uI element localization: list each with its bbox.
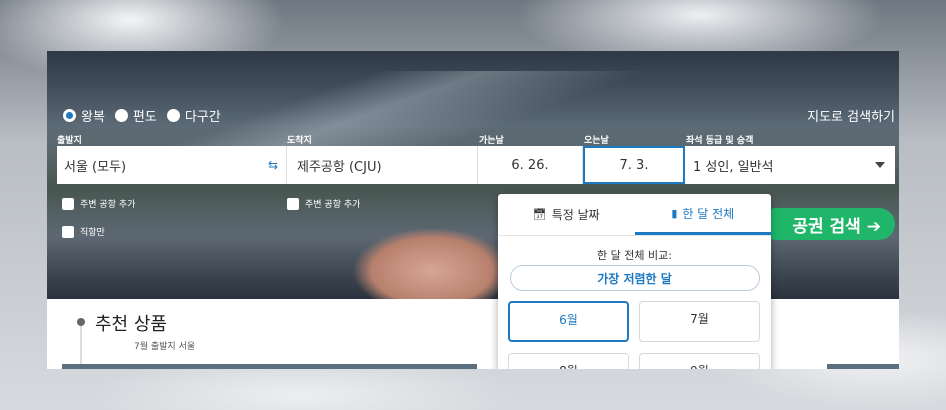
checkbox-icon [62, 225, 74, 238]
radio-empty-icon [114, 109, 128, 122]
month-june[interactable]: 6월 [508, 301, 629, 342]
month-july[interactable]: 7월 [639, 301, 760, 342]
cheapest-month-button[interactable]: 가장 저렴한 달 [509, 265, 760, 291]
bar-chart-icon: ▮ [671, 206, 678, 220]
trip-oneway-radio[interactable]: 편도 [114, 106, 157, 125]
checkbox-icon [287, 197, 299, 210]
hero-person-image [302, 201, 502, 299]
depart-value: 6. 26. [511, 157, 549, 173]
bullet-icon [77, 318, 85, 326]
radio-selected-icon [63, 109, 76, 122]
destination-value: 제주공항 (CJU) [297, 159, 382, 175]
tab-whole-month-label: 한 달 전체 [682, 206, 735, 221]
timeline-line [80, 326, 82, 369]
origin-nearby-checkbox[interactable]: 주변 공항 추가 [62, 197, 135, 210]
tab-whole-month[interactable]: ▮ 한 달 전체 [634, 194, 771, 235]
radio-empty-icon [166, 109, 180, 122]
recommend-card-image[interactable] [62, 364, 477, 369]
cabin-label: 좌석 등급 및 승객 [686, 136, 754, 146]
return-date-field[interactable]: 7. 3. [583, 146, 685, 184]
depart-label: 가는날 [479, 136, 504, 146]
destination-field[interactable]: 제주공항 (CJU) [287, 146, 478, 184]
depart-date-field[interactable]: 6. 26. [478, 146, 583, 184]
compare-label: 한 달 전체 비교: [597, 249, 672, 262]
dest-nearby-label: 주변 공항 추가 [305, 200, 361, 210]
trip-round-radio[interactable]: 왕복 [63, 106, 105, 125]
direct-only-checkbox[interactable]: 직항만 [62, 225, 105, 238]
month-september[interactable]: 9월 [639, 353, 760, 369]
chevron-down-icon [875, 162, 885, 168]
tab-specific-date[interactable]: 📅︎ 특정 날짜 [498, 194, 635, 235]
origin-nearby-label: 주변 공항 추가 [80, 200, 136, 210]
search-fields: 서울 (모두) ⇆ 제주공항 (CJU) 6. 26. 7. 3. 1 성인, … [57, 146, 895, 184]
flight-search-widget: 왕복 편도 다구간 지도로 검색하기 출발지 도착지 가는날 오는날 좌석 등급… [47, 51, 899, 369]
map-search-link[interactable]: 지도로 검색하기 [807, 106, 895, 125]
dest-nearby-checkbox[interactable]: 주변 공항 추가 [287, 197, 360, 210]
origin-label: 출발지 [57, 136, 82, 146]
trip-multi-radio[interactable]: 다구간 [166, 106, 221, 125]
return-value: 7. 3. [619, 157, 649, 173]
swap-icon[interactable]: ⇆ [268, 158, 278, 172]
cabin-passenger-select[interactable]: 1 성인, 일반석 [685, 146, 895, 184]
checkbox-icon [62, 197, 74, 210]
recommend-card-image[interactable] [827, 364, 899, 369]
date-picker-popup: 📅︎ 특정 날짜 ▮ 한 달 전체 한 달 전체 비교: 가장 저렴한 달 6월… [498, 194, 771, 369]
direct-only-label: 직항만 [80, 228, 105, 238]
date-mode-tabs: 📅︎ 특정 날짜 ▮ 한 달 전체 [498, 194, 771, 236]
month-grid: 6월 7월 8월 9월 [498, 291, 771, 369]
origin-field[interactable]: 서울 (모두) ⇆ [57, 146, 287, 184]
trip-multi-label: 다구간 [184, 110, 221, 125]
cabin-value: 1 성인, 일반석 [693, 159, 774, 175]
calendar-icon: 📅︎ [532, 208, 547, 221]
search-flights-button[interactable]: 공권 검색 ➔ [760, 208, 895, 240]
return-label: 오는날 [584, 136, 609, 146]
trip-round-label: 왕복 [81, 110, 105, 125]
recommend-section: 추천 상품 7월 출발지 서울 [47, 299, 899, 369]
tab-specific-date-label: 특정 날짜 [551, 208, 600, 222]
recommend-subtitle: 7월 출발지 서울 [134, 342, 196, 352]
trip-type-selector: 왕복 편도 다구간 [63, 106, 231, 125]
month-august[interactable]: 8월 [508, 353, 629, 369]
destination-label: 도착지 [287, 136, 312, 146]
origin-value: 서울 (모두) [64, 159, 127, 175]
recommend-title: 추천 상품 [95, 314, 167, 335]
trip-oneway-label: 편도 [132, 110, 157, 125]
